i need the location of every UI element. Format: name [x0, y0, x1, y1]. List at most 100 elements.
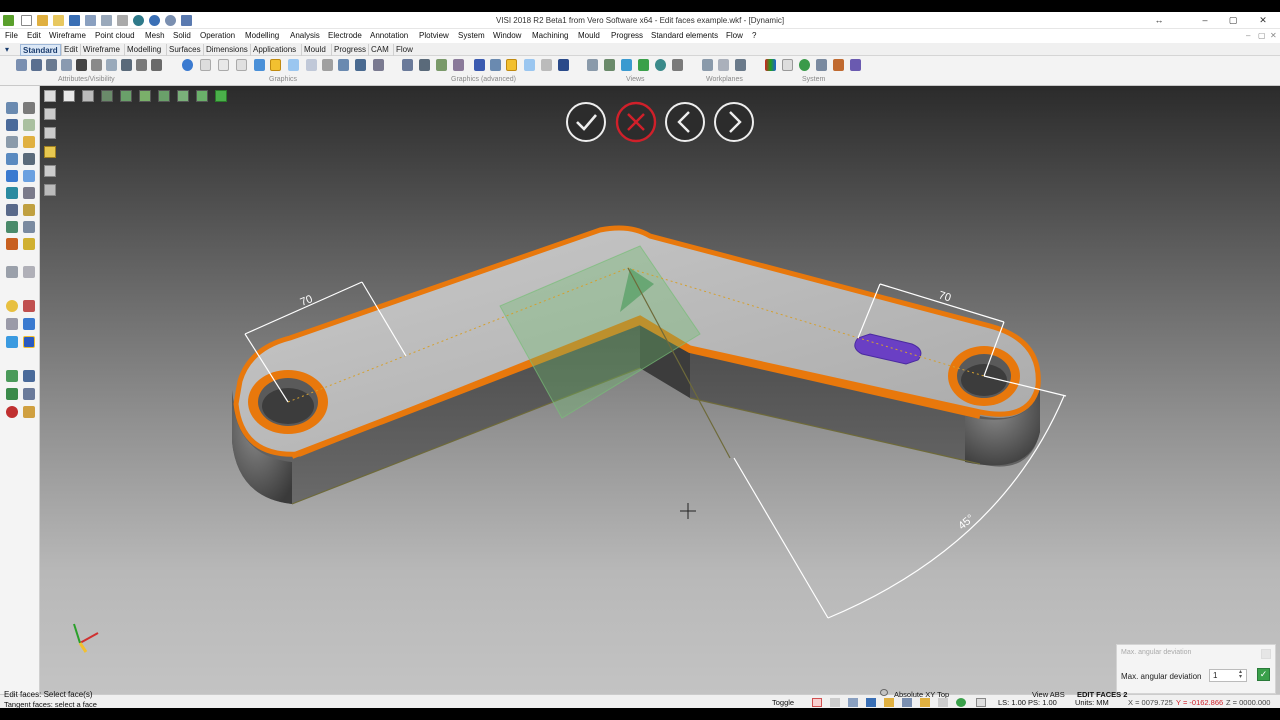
- tab-flow[interactable]: Flow: [393, 44, 415, 56]
- tree-icon[interactable]: [6, 370, 18, 382]
- refresh-icon[interactable]: [182, 59, 193, 71]
- wp-axis-icon[interactable]: [621, 59, 632, 71]
- panel-option-icon[interactable]: [1261, 649, 1271, 659]
- copy-icon[interactable]: [23, 136, 35, 148]
- menu-file[interactable]: File: [5, 31, 18, 40]
- menu-point-cloud[interactable]: Point cloud: [95, 31, 135, 40]
- settings-icon[interactable]: [816, 59, 827, 71]
- shaded-icon[interactable]: [254, 59, 265, 71]
- menu-help[interactable]: ?: [752, 31, 756, 40]
- wp-3pt-icon[interactable]: [638, 59, 649, 71]
- faces-icon[interactable]: [6, 238, 18, 250]
- select-icon[interactable]: [151, 59, 162, 71]
- menu-system[interactable]: System: [458, 31, 485, 40]
- tab-edit[interactable]: Edit: [61, 44, 80, 56]
- section-icon[interactable]: [338, 59, 349, 71]
- properties-icon[interactable]: [782, 59, 793, 71]
- doc-minimize-icon[interactable]: –: [1246, 31, 1250, 40]
- graphics-viewport[interactable]: 70 70 45° Max. angular deviation Max. an…: [40, 86, 1280, 694]
- clip-icon[interactable]: [355, 59, 366, 71]
- menu-progress[interactable]: Progress: [611, 31, 643, 40]
- edges-icon[interactable]: [23, 238, 35, 250]
- options-icon[interactable]: [833, 59, 844, 71]
- attribute-status-icon[interactable]: [920, 698, 930, 707]
- offset-icon[interactable]: [23, 170, 35, 182]
- move-icon[interactable]: [6, 136, 18, 148]
- cursor-icon[interactable]: [6, 266, 18, 278]
- menu-plotview[interactable]: Plotview: [419, 31, 449, 40]
- scale-icon[interactable]: [6, 170, 18, 182]
- apply-button[interactable]: ✓: [1257, 668, 1270, 681]
- wp-origin-icon[interactable]: [604, 59, 615, 71]
- ortho-icon[interactable]: [848, 698, 858, 707]
- fit-icon[interactable]: [524, 59, 535, 71]
- menu-standard-elements[interactable]: Standard elements: [651, 31, 718, 40]
- help-icon[interactable]: [866, 698, 876, 707]
- minimize-button[interactable]: –: [1196, 14, 1214, 27]
- visibility-icon[interactable]: [121, 59, 132, 71]
- tab-cam[interactable]: CAM: [368, 44, 391, 56]
- dimension-icon[interactable]: [23, 204, 35, 216]
- history-icon[interactable]: [23, 370, 35, 382]
- ribbon-collapse-icon[interactable]: ▾: [3, 44, 11, 56]
- swap-visibility-icon[interactable]: [106, 59, 117, 71]
- show-all-icon[interactable]: [46, 59, 57, 71]
- menu-window[interactable]: Window: [493, 31, 521, 40]
- tab-surfaces[interactable]: Surfaces: [166, 44, 203, 56]
- array-icon[interactable]: [23, 187, 35, 199]
- refresh-status-icon[interactable]: [956, 698, 966, 707]
- wp-manager-icon[interactable]: [672, 59, 683, 71]
- wireframe-shade-icon[interactable]: [200, 59, 211, 71]
- tab-standard[interactable]: Standard: [20, 44, 61, 56]
- menu-annotation[interactable]: Annotation: [370, 31, 408, 40]
- molecule-icon[interactable]: [6, 406, 18, 418]
- close-button[interactable]: ✕: [1254, 14, 1272, 27]
- trim-icon[interactable]: [6, 119, 18, 131]
- grid-icon[interactable]: [830, 698, 840, 707]
- rotate-icon[interactable]: [474, 59, 485, 71]
- hidden-line-icon[interactable]: [218, 59, 229, 71]
- tab-progress[interactable]: Progress: [331, 44, 368, 56]
- layers-icon[interactable]: [31, 59, 42, 71]
- menu-wireframe[interactable]: Wireframe: [49, 31, 86, 40]
- dynamic-view-icon[interactable]: [506, 59, 517, 71]
- link-icon[interactable]: [23, 388, 35, 400]
- menu-flow[interactable]: Flow: [726, 31, 743, 40]
- view-orient-icon[interactable]: [558, 59, 569, 71]
- menu-mesh[interactable]: Mesh: [145, 31, 165, 40]
- info-icon[interactable]: [23, 221, 35, 233]
- dashed-hidden-icon[interactable]: [236, 59, 247, 71]
- doc-close-icon[interactable]: ✕: [1270, 31, 1277, 40]
- network-icon[interactable]: [6, 388, 18, 400]
- solid-cyan-icon[interactable]: [6, 336, 18, 348]
- workplane-origin-icon[interactable]: [718, 59, 729, 71]
- bent-link-part[interactable]: 70 70 45°: [40, 86, 1280, 694]
- menu-analysis[interactable]: Analysis: [290, 31, 320, 40]
- wp-icon[interactable]: [587, 59, 598, 71]
- rotate-entity-icon[interactable]: [6, 153, 18, 165]
- menu-operation[interactable]: Operation: [200, 31, 235, 40]
- menu-solid[interactable]: Solid: [173, 31, 191, 40]
- erase-icon[interactable]: [23, 102, 35, 114]
- tab-applications[interactable]: Applications: [250, 44, 298, 56]
- customize-icon[interactable]: [850, 59, 861, 71]
- view-save-icon[interactable]: [541, 59, 552, 71]
- mirror-icon[interactable]: [23, 153, 35, 165]
- filter-icon[interactable]: [136, 59, 147, 71]
- tab-dimensions[interactable]: Dimensions: [203, 44, 250, 56]
- transparent-icon[interactable]: [288, 59, 299, 71]
- menu-electrode[interactable]: Electrode: [328, 31, 362, 40]
- rendering-icon[interactable]: [306, 59, 317, 71]
- layer-icon[interactable]: [884, 698, 894, 707]
- stepper-icon[interactable]: ▴ ▾: [1239, 669, 1242, 680]
- transform-icon[interactable]: [6, 187, 18, 199]
- zoom-icon[interactable]: [402, 59, 413, 71]
- menu-edit[interactable]: Edit: [27, 31, 41, 40]
- resize-icon[interactable]: ↔: [1150, 14, 1168, 27]
- doc-restore-icon[interactable]: ▢: [1258, 31, 1266, 40]
- paint-icon[interactable]: [23, 406, 35, 418]
- solid-blue-icon[interactable]: [23, 318, 35, 330]
- cube-view-icon[interactable]: [490, 59, 501, 71]
- menu-modelling[interactable]: Modelling: [245, 31, 279, 40]
- pan-icon[interactable]: [453, 59, 464, 71]
